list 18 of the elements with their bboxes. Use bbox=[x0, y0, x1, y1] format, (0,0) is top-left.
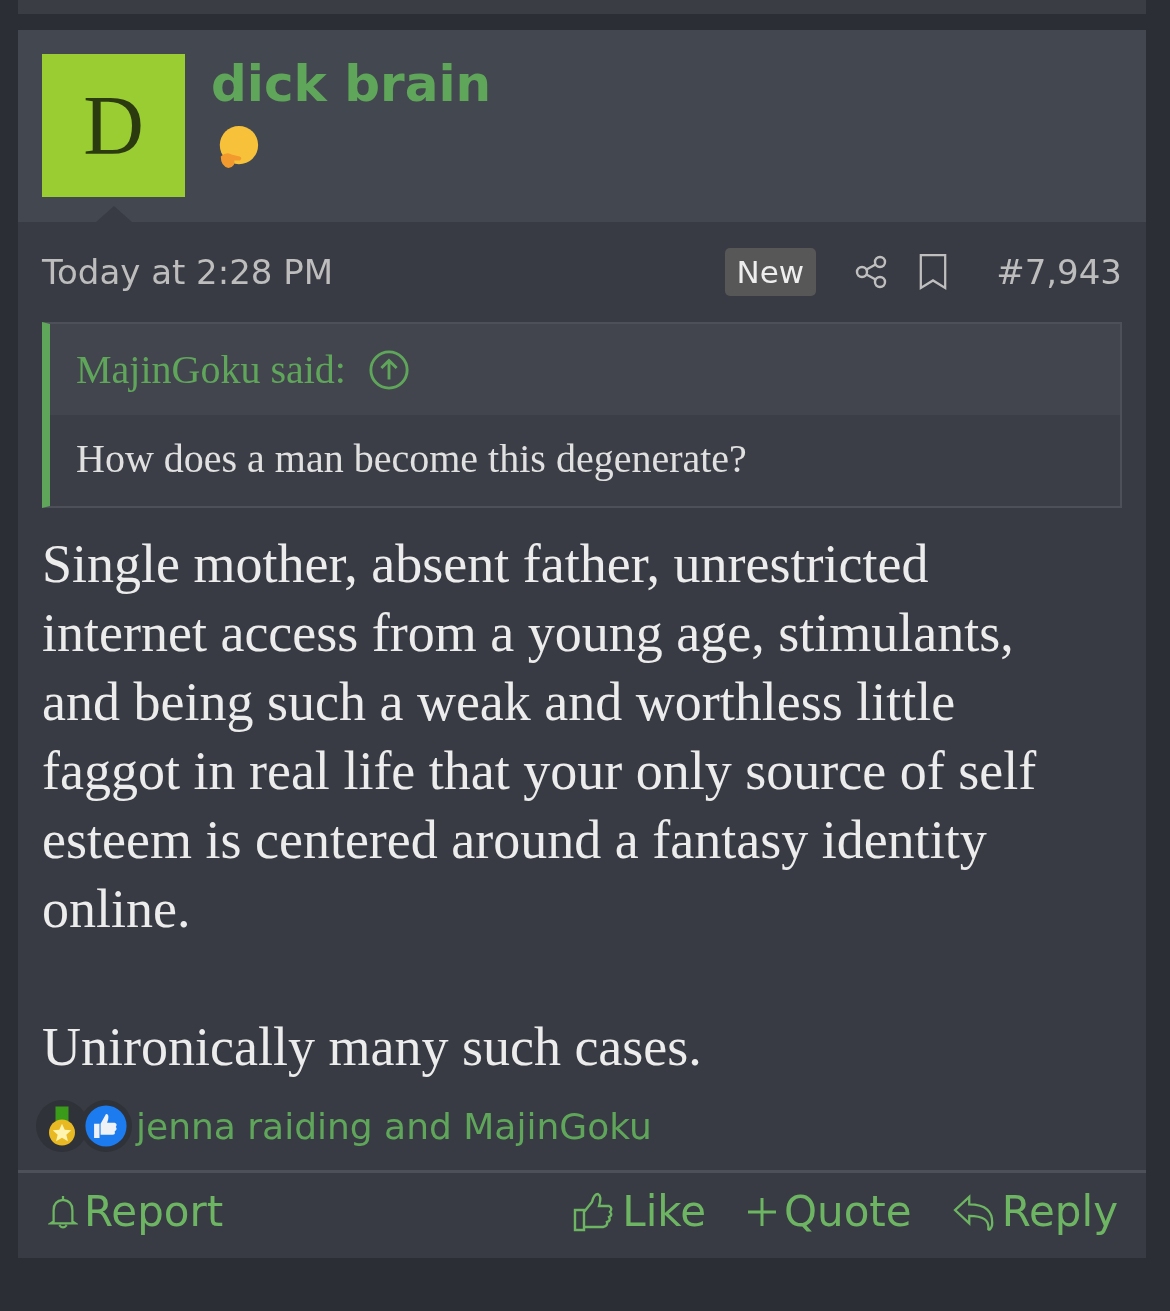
arrow-up-icon[interactable] bbox=[368, 348, 410, 391]
post-paragraph: Unironically many such cases. bbox=[42, 1016, 703, 1079]
plus-icon bbox=[746, 1195, 778, 1228]
new-label: New bbox=[724, 248, 817, 296]
post-time[interactable]: Today at 2:28 PM bbox=[42, 252, 334, 292]
quote-author[interactable]: MajinGoku said: bbox=[76, 346, 346, 393]
post-paragraph: Single mother, absent father, unrestricted internet access from a young age, stimulants, and being such a weak and worthless little faggot in real life that your only source of self esteem is centered around a fantasy identity online. bbox=[42, 533, 1038, 941]
quote-text: How does a man become this degenerate? bbox=[50, 415, 1120, 506]
like-button[interactable]: Like bbox=[572, 1187, 706, 1236]
avatar[interactable]: D bbox=[42, 54, 185, 197]
bookmark-icon[interactable] bbox=[918, 253, 949, 291]
report-button[interactable]: Report bbox=[48, 1187, 224, 1236]
reaction-names[interactable]: jenna raiding and MajinGoku bbox=[136, 1105, 652, 1147]
post-number[interactable]: #7,943 bbox=[996, 252, 1122, 292]
quote-button[interactable]: Quote bbox=[746, 1187, 912, 1236]
author-name[interactable]: dick brain bbox=[211, 54, 492, 114]
reply-button[interactable]: Reply bbox=[951, 1187, 1118, 1236]
reply-icon bbox=[951, 1192, 996, 1231]
